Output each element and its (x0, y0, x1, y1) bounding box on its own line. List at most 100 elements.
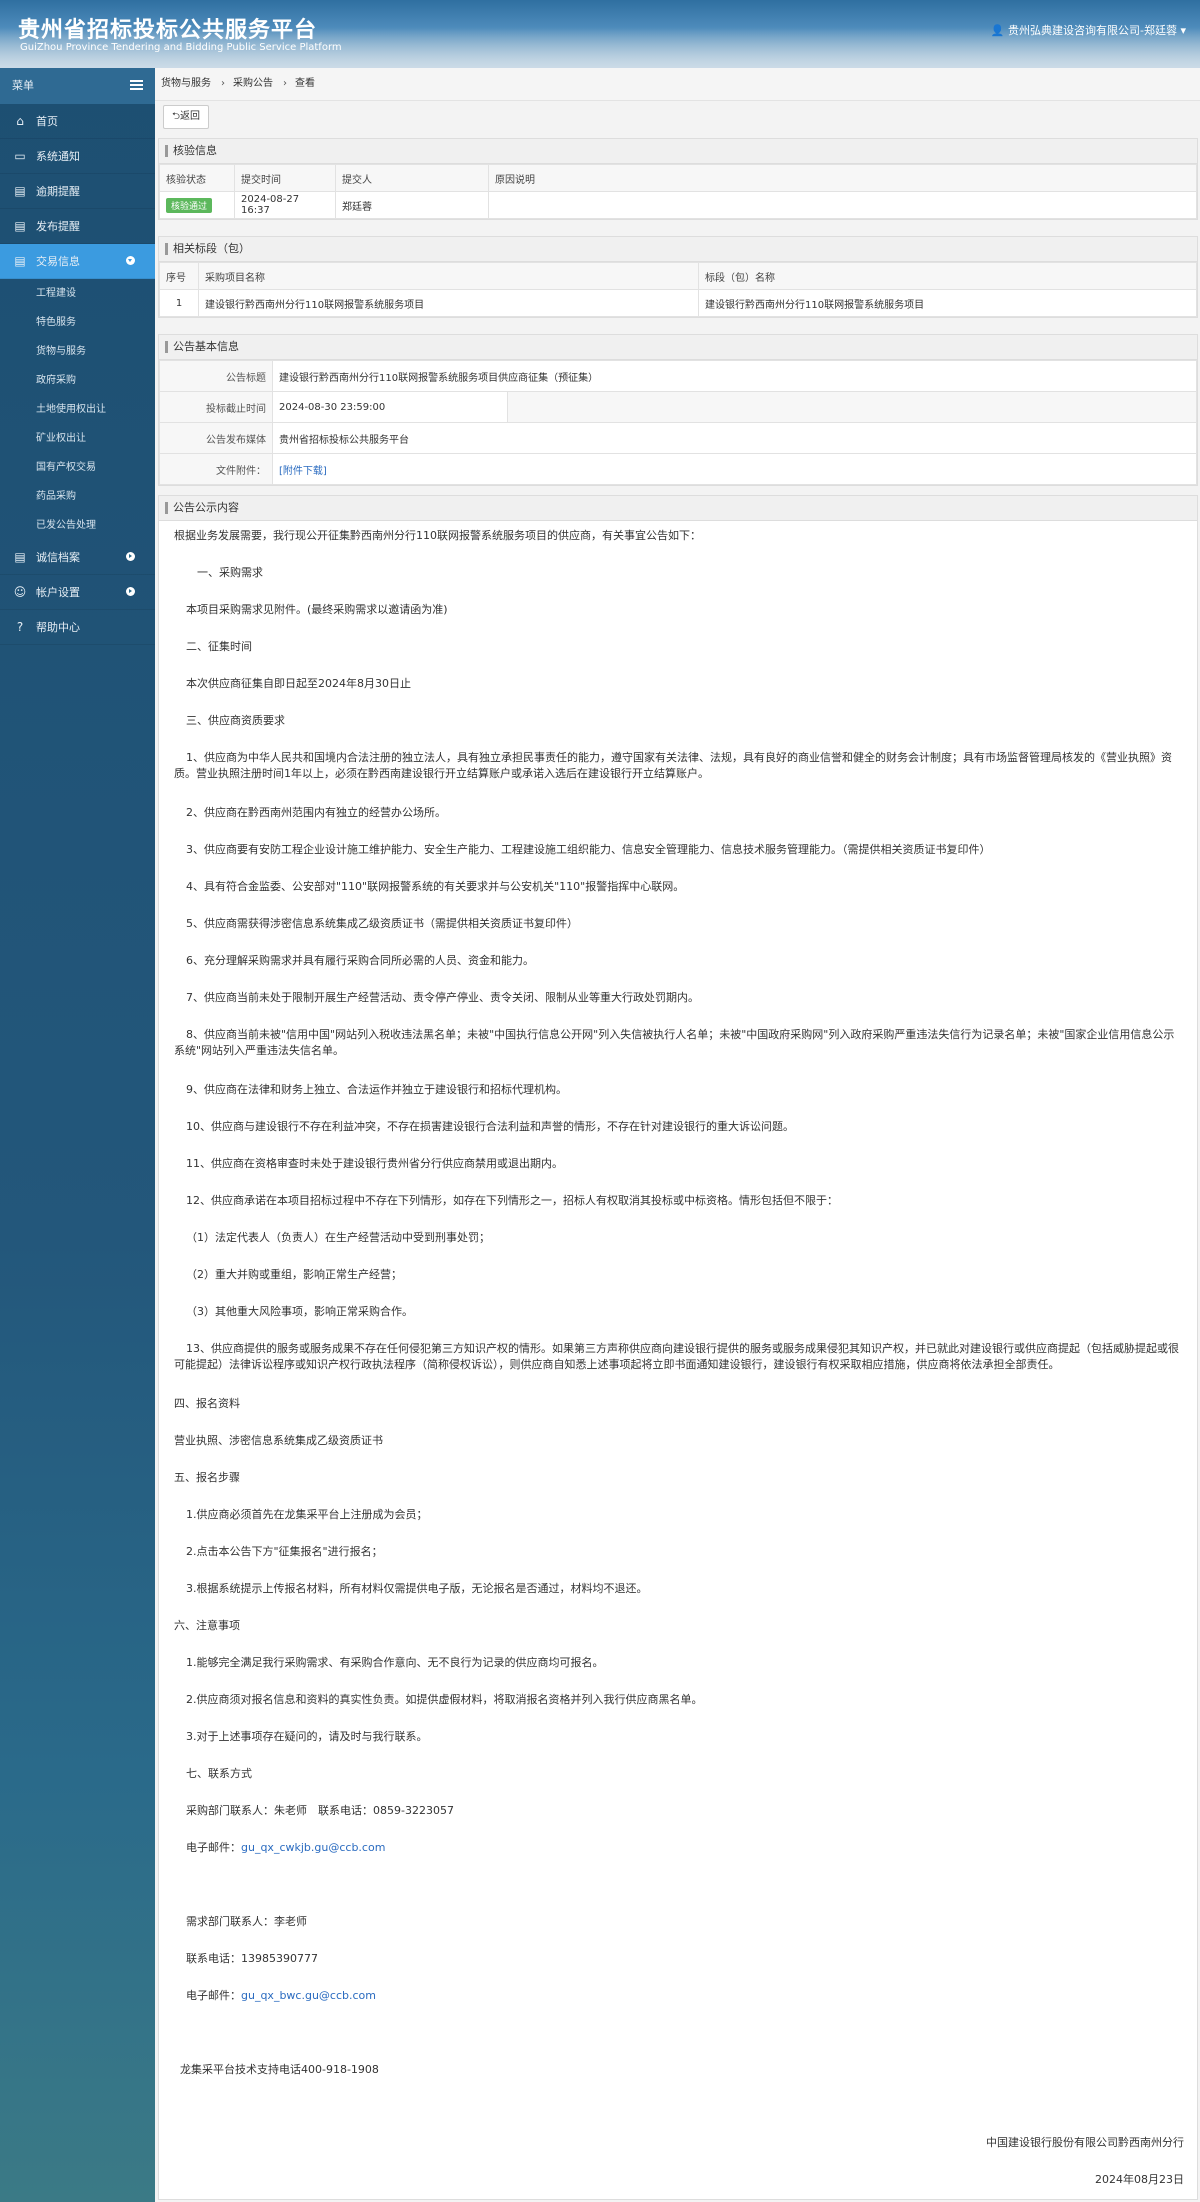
basic-info-panel: 公告基本信息 公告标题 建设银行黔西南州分行110联网报警系统服务项目供应商征集（… (158, 334, 1198, 486)
paragraph: 根据业务发展需要，我行现公开征集黔西南州分行110联网报警系统服务项目的供应商，… (174, 529, 701, 542)
panel-title: 相关标段（包） (159, 237, 1197, 262)
paragraph: 龙集采平台技术支持电话400-918-1908 (180, 2063, 379, 2076)
sidebar-item-publish[interactable]: ▤ 发布提醒 (0, 209, 155, 244)
paragraph: 1.能够完全满足我行采购需求、有采购合作意向、无不良行为记录的供应商均可报名。 (186, 1656, 604, 1669)
platform-subtitle: GuiZhou Province Tendering and Bidding P… (20, 42, 342, 53)
paragraph: 联系电话：13985390777 (186, 1952, 318, 1965)
sidebar-subitem[interactable]: 特色服务 (0, 308, 155, 337)
panel-title: 核验信息 (159, 139, 1197, 164)
calendar-icon: ▤ (14, 219, 26, 233)
sidebar-subitem[interactable]: 土地使用权出让 (0, 395, 155, 424)
paragraph: 五、报名步骤 (174, 1471, 240, 1484)
field-label: 文件附件： (159, 453, 273, 485)
table-cell: 建设银行黔西南州分行110联网报警系统服务项目 (698, 289, 1197, 317)
user-icon: ☺ (13, 585, 27, 599)
sidebar-item-home[interactable]: ⌂ 首页 (0, 104, 155, 139)
email-link[interactable]: gu_qx_bwc.gu@ccb.com (241, 1989, 376, 2002)
main-content: 货物与服务 › 采购公告 › 查看 ⮌返回 核验信息 核验状态 提交时间 提交人 原因说… (155, 68, 1200, 2200)
column-header: 标段（包）名称 (698, 262, 1197, 290)
user-name: 贵州弘典建设咨询有限公司-郑廷蓉 (1008, 24, 1177, 37)
sidebar-subitem[interactable]: 国有产权交易 (0, 453, 155, 482)
user-icon: 👤 (990, 24, 1005, 37)
paragraph: 3.根据系统提示上传报名材料，所有材料仅需提供电子版，无论报名是否通过，材料均不… (186, 1582, 648, 1595)
field-label: 公告标题 (159, 360, 273, 392)
sidebar-subitem[interactable]: 工程建设 (0, 279, 155, 308)
table-cell: 2024-08-27 16:37 (234, 191, 336, 219)
paragraph: 6、充分理解采购需求并具有履行采购合同所必需的人员、资金和能力。 (186, 954, 534, 967)
back-button[interactable]: ⮌返回 (163, 105, 210, 129)
paragraph: 2、供应商在黔西南州范围内有独立的经营办公场所。 (186, 806, 446, 819)
sidebar-item-label: 诚信档案 (36, 551, 80, 564)
sidebar-item-help[interactable]: ? 帮助中心 (0, 610, 155, 645)
paragraph: 营业执照、涉密信息系统集成乙级资质证书 (174, 1434, 383, 1447)
user-menu[interactable]: 👤 贵州弘典建设咨询有限公司-郑廷蓉 ▾ (991, 22, 1186, 38)
paragraph: 12、供应商承诺在本项目招标过程中不存在下列情形，如存在下列情形之一，招标人有权… (186, 1194, 838, 1207)
notice-title-value: 建设银行黔西南州分行110联网报警系统服务项目供应商征集（预征集） (272, 360, 1197, 392)
help-icon: ? (16, 620, 24, 634)
sidebar-item-label: 交易信息 (36, 255, 80, 268)
paragraph: 9、供应商在法律和财务上独立、合法运作并独立于建设银行和招标代理机构。 (186, 1083, 567, 1096)
field-label: 投标截止时间 (159, 391, 273, 423)
email-link[interactable]: gu_qx_cwkjb.gu@ccb.com (241, 1841, 385, 1854)
paragraph: （2）重大并购或重组，影响正常生产经营； (186, 1268, 402, 1281)
column-header: 序号 (159, 262, 199, 290)
column-header: 提交时间 (234, 164, 336, 192)
column-header: 提交人 (335, 164, 489, 192)
sidebar-subitem[interactable]: 货物与服务 (0, 337, 155, 366)
column-header: 采购项目名称 (198, 262, 699, 290)
menu-label: 菜单 (12, 79, 34, 92)
table-cell: 1 (159, 289, 199, 317)
sections-panel: 相关标段（包） 序号 采购项目名称 标段（包）名称 1 建设银行黔西南州分行11… (158, 236, 1198, 318)
paragraph: 7、供应商当前未处于限制开展生产经营活动、责令停产停业、责令关闭、限制从业等重大… (186, 991, 699, 1004)
breadcrumb-item[interactable]: 采购公告 (233, 78, 273, 89)
paragraph: 一、采购需求 (186, 566, 263, 579)
paragraph: 3.对于上述事项存在疑问的，请及时与我行联系。 (186, 1730, 428, 1743)
breadcrumb-item: 查看 (295, 78, 315, 89)
sidebar: 菜单 ⌂ 首页 ▭ 系统通知 ▤ 逾期提醒 ▤ 发布提醒 ▤ 交易信息 工程建设 特色服务… (0, 68, 155, 2202)
sidebar-item-label: 系统通知 (36, 150, 80, 163)
deadline-value: 2024-08-30 23:59:00 (272, 391, 508, 423)
sidebar-item-notice[interactable]: ▭ 系统通知 (0, 139, 155, 174)
sidebar-subitem[interactable]: 矿业权出让 (0, 424, 155, 453)
paragraph: 2.点击本公告下方"征集报名"进行报名； (186, 1545, 383, 1558)
chevron-right-icon (126, 552, 135, 561)
sidebar-subitem[interactable]: 政府采购 (0, 366, 155, 395)
column-header: 原因说明 (488, 164, 1197, 192)
sidebar-item-label: 帐户设置 (36, 586, 80, 599)
sidebar-item-overdue[interactable]: ▤ 逾期提醒 (0, 174, 155, 209)
paragraph: 采购部门联系人：朱老师 联系电话：0859-3223057 (186, 1804, 454, 1817)
paragraph: 六、注意事项 (174, 1619, 240, 1632)
paragraph: 需求部门联系人：李老师 (186, 1915, 307, 1928)
paragraph: 三、供应商资质要求 (186, 714, 285, 727)
breadcrumb-item[interactable]: 货物与服务 (161, 78, 211, 89)
paragraph: 4、具有符合金监委、公安部对"110"联网报警系统的有关要求并与公安机关"110… (186, 880, 685, 893)
paragraph: 2.供应商须对报名信息和资料的真实性负责。如提供虚假材料，将取消报名资格并列入我… (186, 1693, 703, 1706)
media-value: 贵州省招标投标公共服务平台 (272, 422, 1197, 454)
table-cell (488, 191, 1197, 219)
paragraph: 13、供应商提供的服务或服务成果不存在任何侵犯第三方知识产权的情形。如果第三方声… (174, 1342, 1179, 1371)
back-icon: ⮌ (172, 111, 181, 122)
paragraph: 电子邮件：gu_qx_bwc.gu@ccb.com (186, 1989, 376, 2002)
notice-panel: 公告公示内容 根据业务发展需要，我行现公开征集黔西南州分行110联网报警系统服务… (158, 495, 1198, 2200)
sidebar-item-label: 逾期提醒 (36, 185, 80, 198)
attachment-download-link[interactable]: [附件下载] (279, 466, 327, 477)
check-panel: 核验信息 核验状态 提交时间 提交人 原因说明 核验通过 2024-08-27 … (158, 138, 1198, 220)
sidebar-item-account[interactable]: ☺ 帐户设置 (0, 575, 155, 610)
calendar-icon: ▤ (14, 184, 26, 198)
sidebar-subitem[interactable]: 药品采购 (0, 482, 155, 511)
sidebar-item-label: 发布提醒 (36, 220, 80, 233)
panel-title: 公告基本信息 (159, 335, 1197, 360)
chevron-down-icon (126, 256, 135, 265)
paragraph: 3、供应商要有安防工程企业设计施工维护能力、安全生产能力、工程建设施工组织能力、… (186, 843, 991, 856)
basic-info-table: 公告标题 建设银行黔西南州分行110联网报警系统服务项目供应商征集（预征集） 投标… (159, 360, 1197, 485)
paragraph: 1.供应商必须首先在龙集采平台上注册成为会员； (186, 1508, 428, 1521)
sidebar-subitem[interactable]: 已发公告处理 (0, 511, 155, 540)
paragraph: 11、供应商在资格审查时未处于建设银行贵州省分行供应商禁用或退出期内。 (186, 1157, 563, 1170)
paragraph: 电子邮件：gu_qx_cwkjb.gu@ccb.com (186, 1841, 386, 1854)
hamburger-icon[interactable] (130, 80, 143, 90)
chevron-right-icon (126, 587, 135, 596)
paragraph: 10、供应商与建设银行不存在利益冲突，不存在损害建设银行合法利益和声誉的情形，不… (186, 1120, 794, 1133)
home-icon: ⌂ (16, 114, 24, 128)
sidebar-item-trade[interactable]: ▤ 交易信息 (0, 244, 155, 279)
sidebar-item-credit[interactable]: ▤ 诚信档案 (0, 540, 155, 575)
